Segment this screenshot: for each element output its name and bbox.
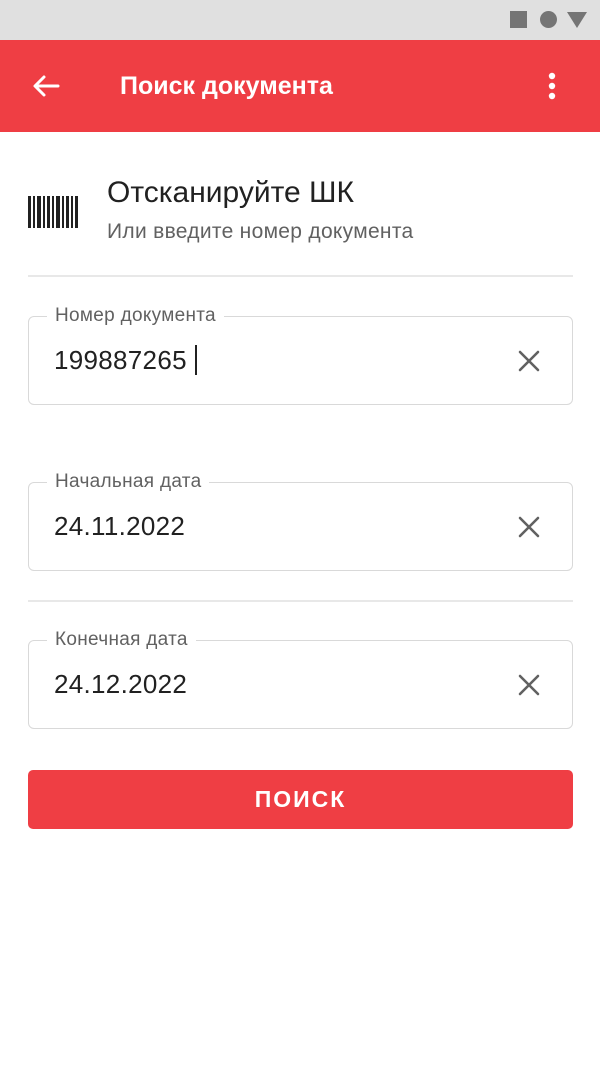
overflow-menu-button[interactable] bbox=[530, 64, 574, 108]
clear-document-number-button[interactable] bbox=[507, 339, 551, 383]
triangle-icon bbox=[567, 12, 587, 28]
scan-title: Отсканируйте ШК bbox=[107, 176, 355, 209]
app-bar: Поиск документа bbox=[0, 40, 600, 132]
document-number-input[interactable]: 199887265 bbox=[54, 343, 197, 377]
close-icon bbox=[518, 350, 540, 372]
circle-icon bbox=[540, 11, 557, 28]
start-date-field[interactable]: Начальная дата 24.11.2022 bbox=[28, 470, 573, 571]
status-bar bbox=[0, 0, 600, 40]
start-date-label: Начальная дата bbox=[47, 470, 210, 494]
back-button[interactable] bbox=[22, 64, 70, 108]
scan-prompt: Отсканируйте ШК Или введите номер докуме… bbox=[28, 174, 573, 244]
divider bbox=[28, 600, 573, 602]
scan-subtitle: Или введите номер документа bbox=[107, 220, 414, 243]
clear-start-date-button[interactable] bbox=[507, 505, 551, 549]
end-date-field[interactable]: Конечная дата 24.12.2022 bbox=[28, 628, 573, 729]
end-date-value[interactable]: 24.12.2022 bbox=[54, 667, 187, 701]
end-date-label: Конечная дата bbox=[47, 628, 196, 652]
start-date-value[interactable]: 24.11.2022 bbox=[54, 509, 185, 543]
barcode-icon[interactable] bbox=[28, 196, 78, 228]
text-cursor bbox=[194, 345, 197, 375]
clear-end-date-button[interactable] bbox=[507, 663, 551, 707]
square-icon bbox=[510, 11, 527, 28]
close-icon bbox=[518, 516, 540, 538]
page-title: Поиск документа bbox=[120, 72, 333, 100]
arrow-left-icon bbox=[33, 75, 60, 97]
document-number-field[interactable]: Номер документа 199887265 bbox=[28, 304, 573, 405]
document-number-value: 199887265 bbox=[54, 345, 187, 375]
more-vert-icon bbox=[548, 72, 556, 100]
close-icon bbox=[518, 674, 540, 696]
search-button[interactable]: ПОИСК bbox=[28, 770, 573, 829]
document-number-label: Номер документа bbox=[47, 304, 224, 328]
divider bbox=[28, 275, 573, 277]
